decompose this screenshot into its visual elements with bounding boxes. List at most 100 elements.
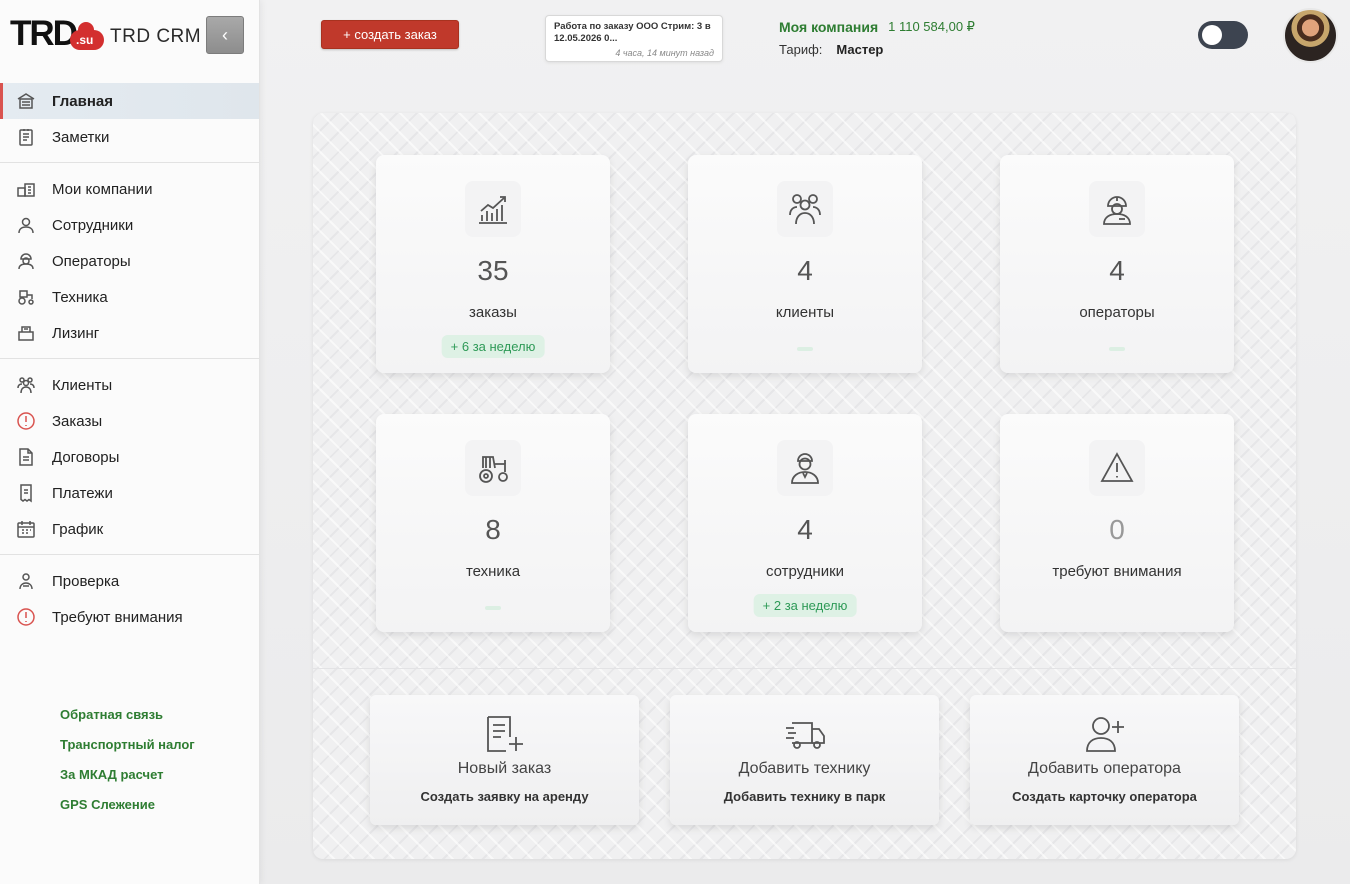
- add-machinery-card[interactable]: Добавить технику Добавить технику в парк: [670, 695, 939, 825]
- nav-divider: [0, 162, 259, 163]
- sidebar-item-attention[interactable]: Требуют внимания: [0, 599, 259, 635]
- sidebar-item-orders[interactable]: Заказы: [0, 403, 259, 439]
- sidebar-item-leasing[interactable]: Лизинг: [0, 315, 259, 351]
- alert-circle-icon: [16, 607, 36, 627]
- clients-icon: [16, 375, 36, 395]
- nav-divider: [0, 358, 259, 359]
- stat-card-clients[interactable]: 4 клиенты: [688, 155, 922, 373]
- sidebar-item-label: Мои компании: [52, 180, 153, 198]
- stat-card-operators[interactable]: 4 операторы: [1000, 155, 1234, 373]
- logo[interactable]: TRD .su: [10, 16, 106, 56]
- gps-tracking-link[interactable]: GPS Слежение: [60, 794, 195, 824]
- stat-value: 4: [797, 514, 813, 545]
- add-user-icon: [1084, 715, 1126, 753]
- dashboard-panel: 35 заказы + 6 за неделю 4 клиенты 4 опер…: [313, 113, 1296, 859]
- theme-toggle[interactable]: [1198, 21, 1248, 49]
- sidebar-item-label: Заказы: [52, 412, 103, 430]
- notification-card[interactable]: Работа по заказу ООО Стрим: 3 в 12.05.20…: [545, 15, 723, 62]
- operator-icon: [1089, 181, 1145, 237]
- create-order-button[interactable]: + создать заказ: [321, 20, 459, 49]
- panel-divider: [313, 668, 1296, 669]
- sidebar-item-contracts[interactable]: Договоры: [0, 439, 259, 475]
- companies-icon: [16, 179, 36, 199]
- stat-label: операторы: [1079, 304, 1155, 321]
- stat-card-machinery[interactable]: 8 техника: [376, 414, 610, 632]
- sidebar-item-home[interactable]: Главная: [0, 83, 259, 119]
- notification-text: Работа по заказу ООО Стрим: 3 в 12.05.20…: [554, 21, 711, 44]
- action-subtitle: Создать заявку на аренду: [420, 789, 589, 804]
- tariff-label: Тариф:: [779, 41, 823, 57]
- sidebar: TRD .su TRD CRM ‹ Главная Заметки Мои ко…: [0, 0, 260, 884]
- tariff-value: Мастер: [836, 41, 884, 57]
- stat-empty-badge: [485, 606, 501, 610]
- notes-icon: [16, 127, 36, 147]
- sidebar-item-employees[interactable]: Сотрудники: [0, 207, 259, 243]
- stat-value: 8: [485, 514, 501, 545]
- tractor-icon: [465, 440, 521, 496]
- sidebar-item-label: Сотрудники: [52, 216, 134, 234]
- company-info: Моя компания 1 110 584,00 ₽ Тариф: Масте…: [779, 16, 975, 60]
- employee-icon: [777, 440, 833, 496]
- action-title: Добавить оператора: [1028, 760, 1181, 777]
- clients-icon: [777, 181, 833, 237]
- sidebar-item-label: График: [52, 520, 104, 538]
- stat-value: 0: [1109, 514, 1125, 545]
- sidebar-item-notes[interactable]: Заметки: [0, 119, 259, 155]
- sidebar-item-label: Договоры: [52, 448, 120, 466]
- company-balance: 1 110 584,00 ₽: [888, 19, 975, 34]
- collapse-sidebar-button[interactable]: ‹: [206, 16, 244, 54]
- stat-label: сотрудники: [765, 563, 845, 580]
- tractor-icon: [16, 287, 36, 307]
- sidebar-item-label: Главная: [52, 92, 114, 110]
- chevron-left-icon: ‹: [222, 24, 228, 45]
- leasing-icon: [16, 323, 36, 343]
- sidebar-item-label: Требуют внимания: [52, 608, 183, 626]
- sidebar-item-label: Операторы: [52, 252, 131, 270]
- action-title: Добавить технику: [738, 760, 871, 777]
- nav-divider: [0, 554, 259, 555]
- sidebar-item-machinery[interactable]: Техника: [0, 279, 259, 315]
- toggle-knob: [1202, 25, 1222, 45]
- inspection-icon: [16, 571, 36, 591]
- sidebar-item-inspection[interactable]: Проверка: [0, 563, 259, 599]
- new-order-icon: [484, 715, 526, 753]
- home-icon: [16, 91, 36, 111]
- sidebar-links: Обратная связь Транспортный налог За МКА…: [60, 704, 195, 824]
- stat-badge: + 6 за неделю: [441, 335, 545, 358]
- add-operator-card[interactable]: Добавить оператора Создать карточку опер…: [970, 695, 1239, 825]
- stat-card-attention[interactable]: 0 требуют внимания: [1000, 414, 1234, 632]
- new-order-card[interactable]: Новый заказ Создать заявку на аренду: [370, 695, 639, 825]
- feedback-link[interactable]: Обратная связь: [60, 704, 195, 734]
- action-subtitle: Создать карточку оператора: [1012, 789, 1197, 804]
- operator-icon: [16, 251, 36, 271]
- app-name: TRD CRM: [110, 26, 202, 47]
- stat-card-orders[interactable]: 35 заказы + 6 за неделю: [376, 155, 610, 373]
- transport-tax-link[interactable]: Транспортный налог: [60, 734, 195, 764]
- stat-badge: + 2 за неделю: [753, 594, 857, 617]
- sidebar-item-companies[interactable]: Мои компании: [0, 171, 259, 207]
- stat-empty-badge: [797, 347, 813, 351]
- sidebar-item-operators[interactable]: Операторы: [0, 243, 259, 279]
- mkad-calc-link[interactable]: За МКАД расчет: [60, 764, 195, 794]
- stat-value: 4: [1109, 255, 1125, 286]
- stat-value: 35: [477, 255, 509, 286]
- calendar-icon: [16, 519, 36, 539]
- receipt-icon: [16, 483, 36, 503]
- logo-suffix: .su: [76, 33, 94, 47]
- stat-label: клиенты: [775, 304, 835, 321]
- sidebar-nav: Главная Заметки Мои компании Сотрудники: [0, 83, 259, 635]
- sidebar-item-label: Клиенты: [52, 376, 113, 394]
- sidebar-item-schedule[interactable]: График: [0, 511, 259, 547]
- sidebar-item-clients[interactable]: Клиенты: [0, 367, 259, 403]
- sidebar-item-label: Платежи: [52, 484, 113, 502]
- avatar[interactable]: [1283, 8, 1338, 63]
- stat-card-employees[interactable]: 4 сотрудники + 2 за неделю: [688, 414, 922, 632]
- sidebar-item-label: Лизинг: [52, 324, 100, 342]
- sidebar-item-payments[interactable]: Платежи: [0, 475, 259, 511]
- stat-label: требуют внимания: [1052, 563, 1182, 580]
- company-name[interactable]: Моя компания: [779, 19, 878, 35]
- chart-growth-icon: [465, 181, 521, 237]
- stat-label: техника: [465, 563, 521, 580]
- warning-triangle-icon: [1089, 440, 1145, 496]
- sidebar-item-label: Заметки: [52, 128, 110, 146]
